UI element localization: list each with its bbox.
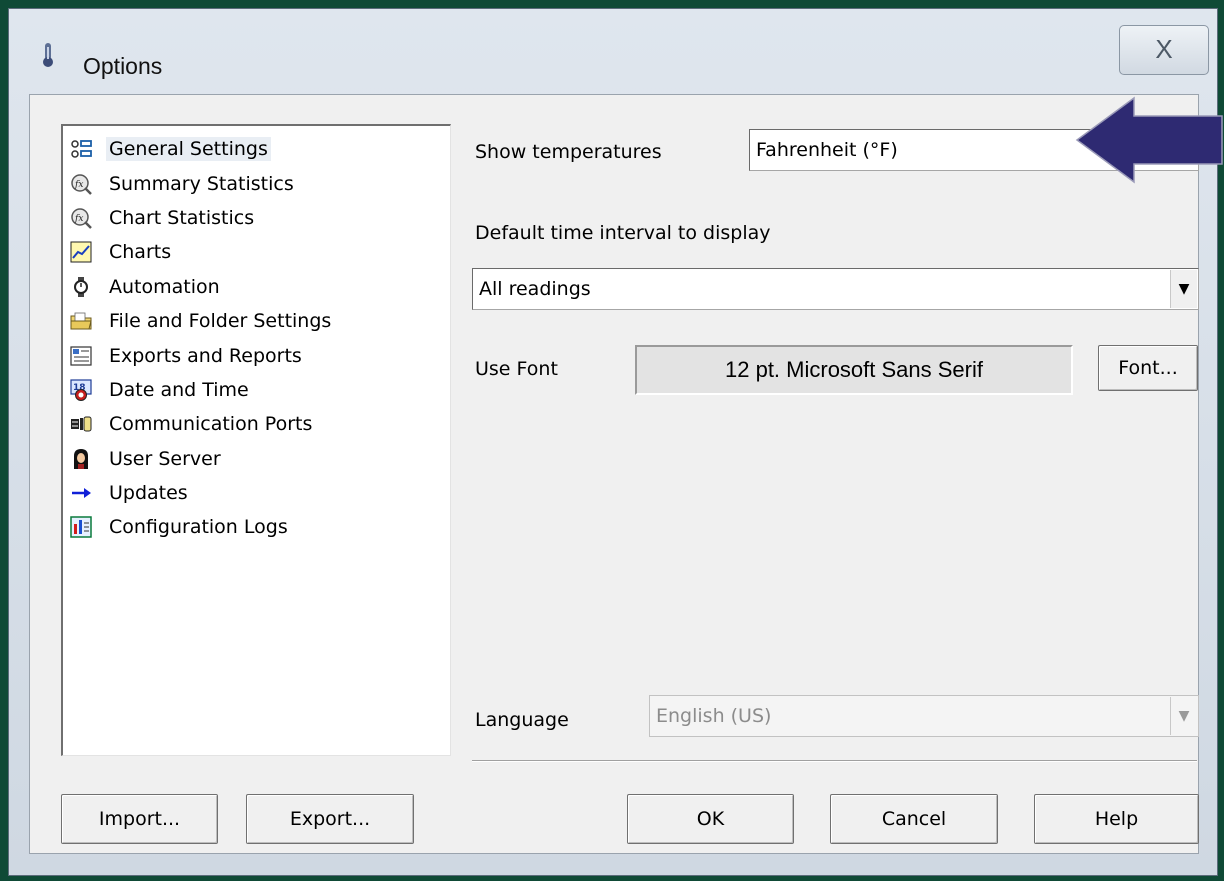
language-value: English (US)	[656, 705, 772, 727]
log-icon	[70, 516, 92, 539]
language-label: Language	[475, 709, 569, 731]
time-interval-value: All readings	[479, 278, 591, 300]
chevron-down-icon[interactable]: ▼	[1170, 697, 1197, 735]
import-button-label: Import...	[98, 808, 181, 830]
import-button[interactable]: Import...	[61, 794, 218, 844]
nav-item-charts[interactable]: Charts	[63, 235, 450, 269]
show-temperatures-label: Show temperatures	[475, 141, 662, 163]
fx-magnifier-icon: fx	[70, 173, 92, 195]
nav-item-label: Exports and Reports	[109, 344, 302, 367]
arrow-right-icon	[70, 482, 92, 504]
nav-item-label: Summary Statistics	[109, 172, 294, 195]
thermometer-icon	[43, 43, 53, 67]
nav-item-label: Chart Statistics	[109, 206, 255, 229]
nav-item-label: Charts	[109, 241, 172, 264]
fx-magnifier-icon: fx	[70, 207, 92, 229]
font-button[interactable]: Font...	[1098, 345, 1198, 391]
cancel-button-label: Cancel	[881, 808, 947, 830]
export-button-label: Export...	[289, 808, 371, 830]
nav-item-communication-ports[interactable]: Communication Ports	[63, 407, 450, 441]
nav-item-label: Configuration Logs	[109, 516, 288, 539]
title-bar[interactable]: Options X	[9, 9, 1217, 94]
nav-item-label: User Server	[109, 447, 221, 470]
help-button[interactable]: Help	[1034, 794, 1199, 844]
chevron-down-icon[interactable]: ▼	[1170, 270, 1197, 308]
cancel-button[interactable]: Cancel	[830, 794, 998, 844]
calendar-icon: 18	[70, 379, 92, 401]
ports-icon	[70, 413, 92, 435]
font-preview-value: 12 pt. Microsoft Sans Serif	[725, 357, 983, 382]
settings-category-list[interactable]: General Settings fx Summary Statistics f…	[61, 124, 451, 756]
use-font-label: Use Font	[475, 358, 558, 380]
folder-icon	[70, 310, 92, 332]
list-icon	[70, 138, 92, 160]
annotation-arrow-shape	[1075, 96, 1223, 184]
time-interval-label: Default time interval to display	[475, 222, 771, 244]
ok-button[interactable]: OK	[627, 794, 794, 844]
nav-item-general-settings[interactable]: General Settings	[63, 132, 450, 166]
annotation-arrow-icon	[1075, 96, 1223, 184]
ok-button-label: OK	[696, 808, 725, 830]
svg-text:fx: fx	[74, 180, 83, 190]
nav-item-automation[interactable]: Automation	[63, 270, 450, 304]
nav-item-summary-statistics[interactable]: fx Summary Statistics	[63, 166, 450, 200]
nav-item-label: Automation	[109, 275, 220, 298]
nav-item-user-server[interactable]: User Server	[63, 442, 450, 476]
dialog-client-area: General Settings fx Summary Statistics f…	[29, 94, 1199, 854]
language-select[interactable]: English (US) ▼	[649, 695, 1199, 737]
nav-item-label: Updates	[109, 482, 188, 505]
svg-text:fx: fx	[74, 214, 83, 224]
font-button-label: Font...	[1118, 357, 1178, 379]
help-button-label: Help	[1094, 808, 1139, 830]
nav-item-label: File and Folder Settings	[109, 310, 332, 333]
nav-item-updates[interactable]: Updates	[63, 476, 450, 510]
nav-item-label: General Settings	[106, 137, 271, 162]
user-icon	[70, 448, 92, 470]
line-chart-icon	[70, 241, 92, 263]
nav-item-chart-statistics[interactable]: fx Chart Statistics	[63, 201, 450, 235]
nav-item-file-and-folder-settings[interactable]: File and Folder Settings	[63, 304, 450, 338]
show-temperatures-value: Fahrenheit (°F)	[756, 139, 898, 161]
close-icon: X	[1155, 34, 1173, 64]
window-title: Options	[83, 53, 163, 79]
options-window: Options X General Settings fx Summary St…	[8, 8, 1218, 876]
report-icon	[70, 345, 92, 367]
nav-item-label: Communication Ports	[109, 413, 313, 436]
nav-item-date-and-time[interactable]: 18 Date and Time	[63, 373, 450, 407]
close-button[interactable]: X	[1119, 25, 1209, 75]
separator	[472, 760, 1197, 762]
font-preview: 12 pt. Microsoft Sans Serif	[635, 345, 1073, 395]
watch-icon	[70, 276, 92, 298]
nav-item-label: Date and Time	[109, 378, 249, 401]
nav-item-exports-and-reports[interactable]: Exports and Reports	[63, 338, 450, 372]
nav-item-configuration-logs[interactable]: Configuration Logs	[63, 510, 450, 544]
time-interval-select[interactable]: All readings ▼	[472, 268, 1199, 310]
export-button[interactable]: Export...	[246, 794, 414, 844]
